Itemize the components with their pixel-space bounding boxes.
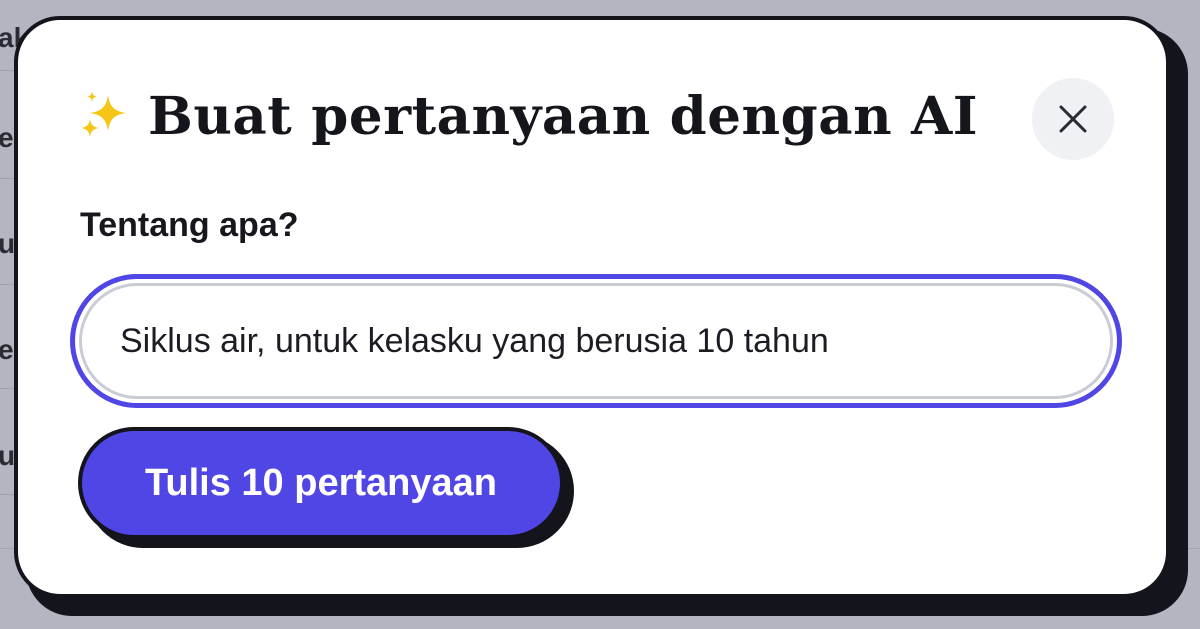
background-text-fragment: e [0,122,14,153]
topic-input-wrapper [79,283,1113,399]
close-button[interactable] [1032,78,1114,160]
generate-questions-button[interactable]: Tulis 10 pertanyaan [78,427,564,539]
generate-button-label: Tulis 10 pertanyaan [145,461,497,504]
background-text-fragment: u [0,440,16,471]
topic-input-focus-ring [70,274,1122,408]
topic-field-label: Tentang apa? [80,206,299,244]
sparkles-icon [81,90,126,137]
background-text-fragment: e [0,334,14,365]
close-icon [1059,105,1087,133]
modal-title: Buat pertanyaan dengan AI [148,86,979,147]
topic-input[interactable] [120,321,1060,361]
modal-header: Buat pertanyaan dengan AI [78,86,978,147]
ai-question-modal: Buat pertanyaan dengan AI Tentang apa? T… [14,16,1170,598]
